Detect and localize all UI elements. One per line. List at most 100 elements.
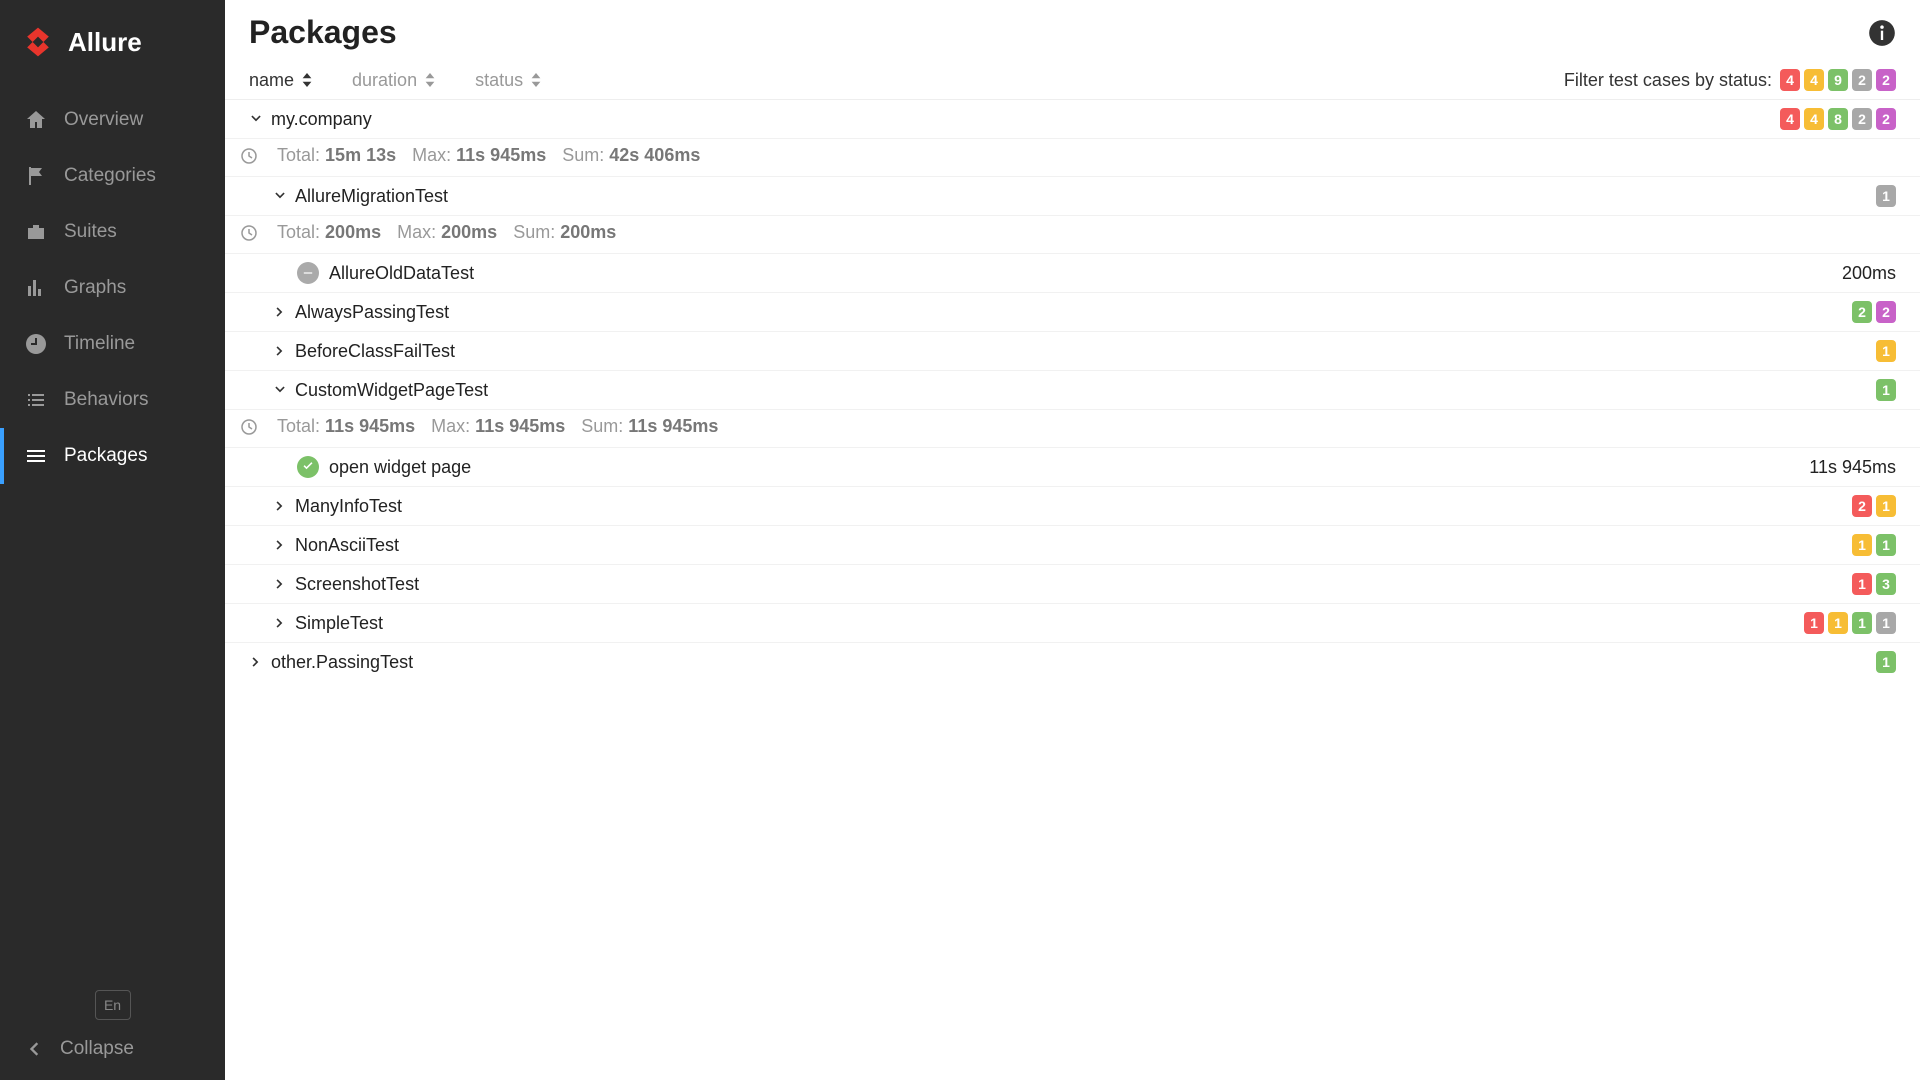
list-icon xyxy=(24,388,48,412)
node-label: AllureMigrationTest xyxy=(295,186,448,207)
flag-icon xyxy=(24,164,48,188)
clock-icon xyxy=(241,419,257,435)
chevron-down-icon[interactable] xyxy=(273,383,287,397)
nav-categories[interactable]: Categories xyxy=(0,148,225,204)
filter-skipped-badge[interactable]: 2 xyxy=(1852,69,1872,91)
chevron-down-icon[interactable] xyxy=(273,189,287,203)
chevron-right-icon[interactable] xyxy=(249,655,263,669)
filter-failed-badge[interactable]: 4 xyxy=(1780,69,1800,91)
sort-icon xyxy=(302,73,312,87)
brand-name: Allure xyxy=(68,27,142,58)
chevron-down-icon[interactable] xyxy=(249,112,263,126)
suitcase-icon xyxy=(24,220,48,244)
count-failed: 1 xyxy=(1804,612,1824,634)
count-failed: 2 xyxy=(1852,495,1872,517)
tree-node-screenshot[interactable]: ScreenshotTest 1 3 xyxy=(225,565,1920,604)
count-broken: 4 xyxy=(1804,108,1824,130)
info-icon[interactable] xyxy=(1868,19,1896,47)
tree-node-before-class-fail[interactable]: BeforeClassFailTest 1 xyxy=(225,332,1920,371)
filter-unknown-badge[interactable]: 2 xyxy=(1876,69,1896,91)
collapse-label: Collapse xyxy=(60,1038,134,1060)
tree-node-allure-migration[interactable]: AllureMigrationTest 1 xyxy=(225,177,1920,216)
node-label: SimpleTest xyxy=(295,613,383,634)
sort-name-label: name xyxy=(249,70,294,91)
chevron-left-icon xyxy=(24,1039,44,1059)
sort-by-name[interactable]: name xyxy=(249,70,312,91)
nav-suites[interactable]: Suites xyxy=(0,204,225,260)
sort-by-duration[interactable]: duration xyxy=(352,70,435,91)
stats-custom-widget: Total: 11s 945ms Max: 11s 945ms Sum: 11s… xyxy=(225,410,1920,448)
nav-suites-label: Suites xyxy=(64,221,117,243)
tree-node-my-company[interactable]: my.company 4 4 8 2 2 xyxy=(225,100,1920,139)
count-unknown: 2 xyxy=(1876,108,1896,130)
collapse-sidebar[interactable]: Collapse xyxy=(24,1038,201,1060)
test-label: AllureOldDataTest xyxy=(329,263,474,284)
count-unknown: 1 xyxy=(1876,185,1896,207)
count-passed: 1 xyxy=(1876,379,1896,401)
header: Packages xyxy=(225,0,1920,61)
count-passed: 3 xyxy=(1876,573,1896,595)
clock-icon xyxy=(241,225,257,241)
nav-packages[interactable]: Packages xyxy=(0,428,225,484)
stats-allure-migration: Total: 200ms Max: 200ms Sum: 200ms xyxy=(225,216,1920,254)
tree-node-custom-widget[interactable]: CustomWidgetPageTest 1 xyxy=(225,371,1920,410)
clock-icon xyxy=(241,148,257,164)
sort-by-status[interactable]: status xyxy=(475,70,541,91)
chevron-right-icon[interactable] xyxy=(273,577,287,591)
nav-graphs-label: Graphs xyxy=(64,277,126,299)
main: Packages name duration status Filter tes… xyxy=(225,0,1920,1080)
node-label: NonAsciiTest xyxy=(295,535,399,556)
count-unknown: 2 xyxy=(1876,301,1896,323)
home-icon xyxy=(24,108,48,132)
count-skipped: 2 xyxy=(1852,108,1872,130)
nav-overview-label: Overview xyxy=(64,109,143,131)
count-passed: 8 xyxy=(1828,108,1848,130)
chevron-right-icon[interactable] xyxy=(273,499,287,513)
node-label: my.company xyxy=(271,109,372,130)
packages-icon xyxy=(24,444,48,468)
count-broken: 1 xyxy=(1852,534,1872,556)
node-label: other.PassingTest xyxy=(271,652,413,673)
status-unknown-icon xyxy=(297,262,319,284)
node-label: CustomWidgetPageTest xyxy=(295,380,488,401)
chevron-right-icon[interactable] xyxy=(273,344,287,358)
test-duration: 11s 945ms xyxy=(1809,457,1896,478)
nav-behaviors[interactable]: Behaviors xyxy=(0,372,225,428)
nav-overview[interactable]: Overview xyxy=(0,92,225,148)
node-label: ManyInfoTest xyxy=(295,496,402,517)
nav-timeline[interactable]: Timeline xyxy=(0,316,225,372)
nav-graphs[interactable]: Graphs xyxy=(0,260,225,316)
count-passed: 2 xyxy=(1852,301,1872,323)
tree-node-other-passing[interactable]: other.PassingTest 1 xyxy=(225,643,1920,681)
language-code: En xyxy=(104,997,121,1013)
test-duration: 200ms xyxy=(1842,263,1896,284)
sidebar: Allure Overview Categories Suites Graphs… xyxy=(0,0,225,1080)
filter-passed-badge[interactable]: 9 xyxy=(1828,69,1848,91)
filter-broken-badge[interactable]: 4 xyxy=(1804,69,1824,91)
sort-duration-label: duration xyxy=(352,70,417,91)
sort-icon xyxy=(531,73,541,87)
tree-node-always-passing[interactable]: AlwaysPassingTest 2 2 xyxy=(225,293,1920,332)
bars-icon xyxy=(24,276,48,300)
sort-status-label: status xyxy=(475,70,523,91)
tree-node-many-info[interactable]: ManyInfoTest 2 1 xyxy=(225,487,1920,526)
nav: Overview Categories Suites Graphs Timeli… xyxy=(0,92,225,970)
nav-categories-label: Categories xyxy=(64,165,156,187)
nav-timeline-label: Timeline xyxy=(64,333,135,355)
test-open-widget[interactable]: open widget page 11s 945ms xyxy=(225,448,1920,487)
sorter-row: name duration status Filter test cases b… xyxy=(225,61,1920,100)
node-label: AlwaysPassingTest xyxy=(295,302,449,323)
count-passed: 1 xyxy=(1876,534,1896,556)
tree-node-simple[interactable]: SimpleTest 1 1 1 1 xyxy=(225,604,1920,643)
test-allure-old-data[interactable]: AllureOldDataTest 200ms xyxy=(225,254,1920,293)
filter-label: Filter test cases by status: xyxy=(1564,70,1772,91)
chevron-right-icon[interactable] xyxy=(273,305,287,319)
count-passed: 1 xyxy=(1876,651,1896,673)
language-selector[interactable]: En xyxy=(95,990,131,1020)
chevron-right-icon[interactable] xyxy=(273,616,287,630)
tree-node-non-ascii[interactable]: NonAsciiTest 1 1 xyxy=(225,526,1920,565)
chevron-right-icon[interactable] xyxy=(273,538,287,552)
count-failed: 1 xyxy=(1852,573,1872,595)
count-failed: 4 xyxy=(1780,108,1800,130)
test-label: open widget page xyxy=(329,457,471,478)
